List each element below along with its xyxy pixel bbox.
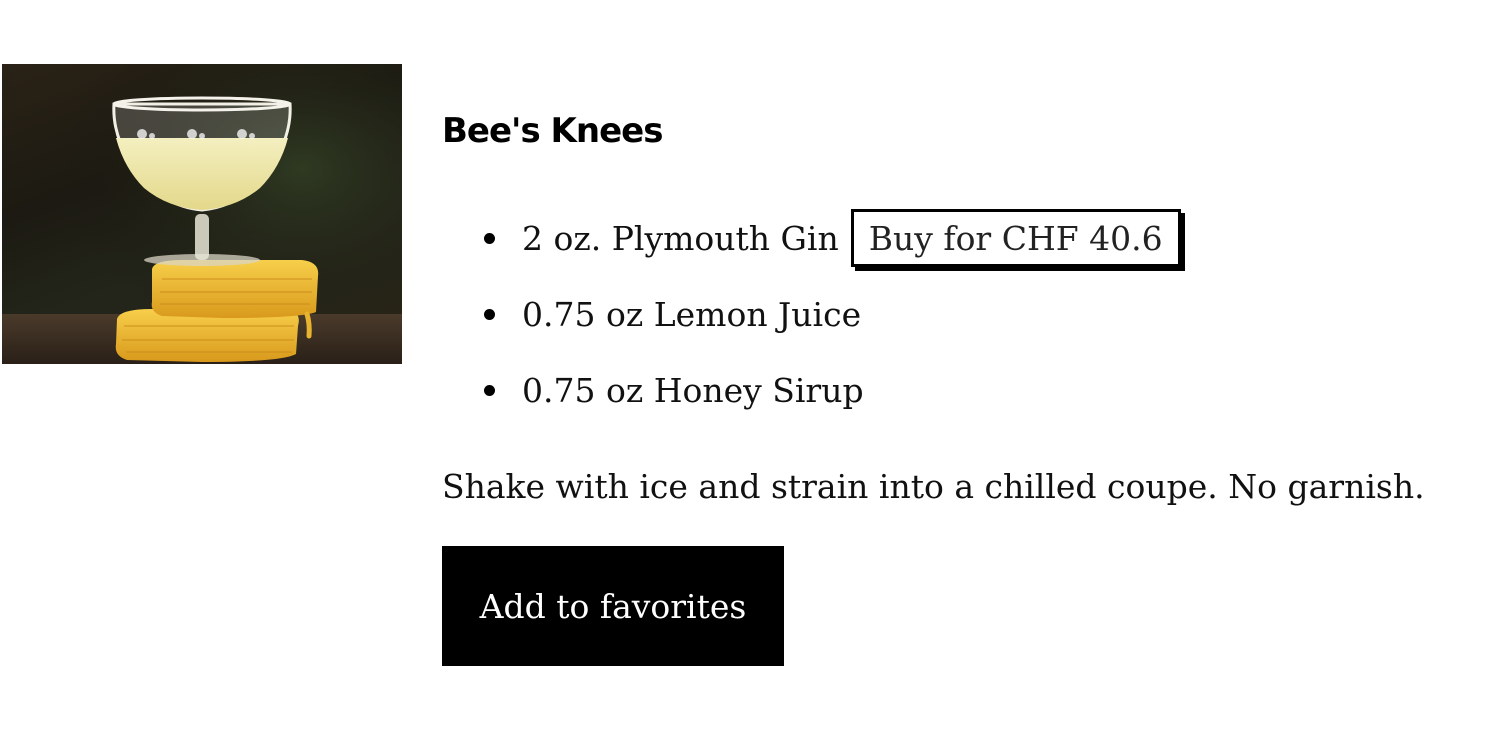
instructions-text: Shake with ice and strain into a chilled…: [442, 467, 1425, 506]
cocktail-card: Bee's Knees 2 oz. Plymouth Gin Buy for C…: [0, 0, 1500, 730]
cocktail-photo: [2, 64, 402, 364]
ingredient-text: 2 oz. Plymouth Gin: [522, 218, 839, 258]
ingredient-text: 0.75 oz Lemon Juice: [522, 294, 862, 334]
bullet-icon: [484, 309, 495, 320]
cocktail-title: Bee's Knees: [442, 111, 663, 151]
cocktail-illustration: [2, 64, 402, 364]
buy-gin-button[interactable]: Buy for CHF 40.6: [850, 209, 1181, 267]
ingredient-item: 0.75 oz Honey Sirup: [442, 352, 1181, 428]
add-to-favorites-button[interactable]: Add to favorites: [442, 546, 784, 666]
ingredient-text: 0.75 oz Honey Sirup: [522, 370, 864, 410]
bullet-icon: [484, 385, 495, 396]
ingredient-item: 0.75 oz Lemon Juice: [442, 276, 1181, 352]
ingredient-list: 2 oz. Plymouth Gin Buy for CHF 40.6 0.75…: [442, 200, 1181, 428]
ingredient-item: 2 oz. Plymouth Gin Buy for CHF 40.6: [442, 200, 1181, 276]
bullet-icon: [484, 233, 495, 244]
